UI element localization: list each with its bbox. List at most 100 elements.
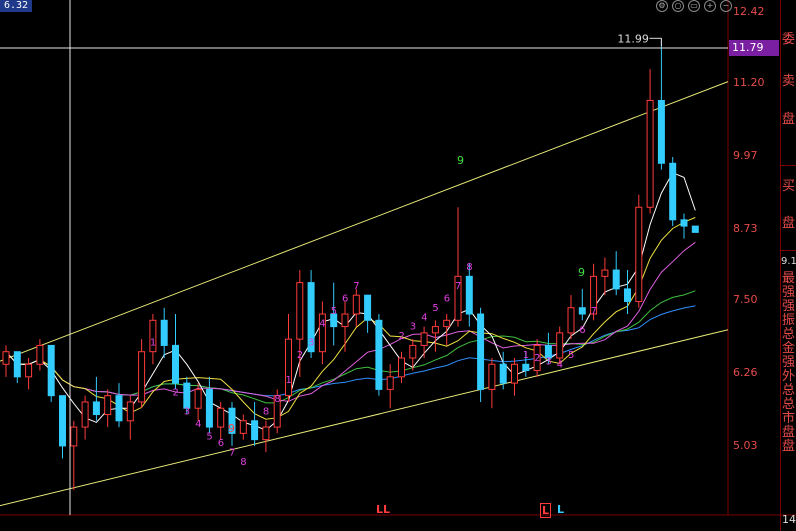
sequence-label: 8 — [263, 407, 269, 418]
sequence-label: 6 — [579, 325, 585, 336]
sequence-label: 7 — [591, 306, 597, 317]
sequence-label: 8 — [240, 457, 246, 468]
candle-body — [465, 275, 473, 315]
candle-body — [657, 99, 665, 164]
candle-body — [285, 338, 292, 397]
sequence-label: 8 — [466, 262, 472, 273]
candle-body — [251, 420, 259, 441]
candle-body — [409, 344, 417, 359]
candle-body — [646, 99, 654, 208]
candle-body — [364, 294, 372, 321]
ma10-line — [5, 217, 696, 420]
side-panel: 委 卖 盘 买 盘 9.1 最强强振总金强外总总市盘盘 — [780, 0, 796, 531]
channel-upper-line — [0, 81, 729, 362]
candle-body — [47, 344, 55, 397]
sequence-label: 2 — [297, 350, 303, 361]
sequence-label: 5 — [432, 303, 438, 314]
bottom-value: 14 — [782, 513, 796, 526]
candle-body — [13, 351, 21, 378]
sequence-label: 2 — [534, 353, 540, 364]
sequence-label: 3 — [545, 356, 551, 367]
candle-body — [59, 395, 66, 447]
sequence-label: 7 — [229, 447, 235, 458]
top-left-price-readout: 6.32 — [0, 0, 33, 12]
refresh-icon[interactable]: ○ — [672, 0, 684, 12]
candle-body — [499, 363, 507, 384]
sequence-label: 1 — [286, 375, 292, 386]
candle-body — [341, 313, 349, 328]
candle-body — [126, 401, 134, 422]
candle-body — [296, 282, 304, 340]
time-marker: L — [557, 503, 565, 516]
candle-body — [612, 269, 620, 290]
axis-tick: 11.20 — [733, 76, 765, 89]
candle-body — [398, 357, 405, 378]
candle-body — [511, 363, 518, 384]
candle-body — [172, 344, 179, 384]
candle-body — [431, 326, 439, 334]
candle-body — [443, 319, 451, 328]
zoom-in-icon[interactable]: + — [704, 0, 716, 12]
candle-body — [183, 382, 191, 409]
candle-body — [81, 401, 89, 428]
high-marker-label: 11.99 — [617, 32, 649, 45]
sequence-label-green: 9 — [457, 154, 464, 167]
current-price-tag: 11.79 — [729, 40, 779, 56]
side-divider — [781, 250, 796, 251]
sequence-label: 4 — [421, 312, 427, 323]
candle-body — [680, 219, 688, 227]
sequence-label: 2 — [399, 331, 405, 342]
sequence-label: 4 — [319, 319, 325, 330]
candle-body — [556, 332, 564, 359]
candlestick-chart[interactable]: 11.991234567823456781 2 3 4567812345678999 — [0, 0, 796, 531]
channel-lower-line — [0, 329, 729, 507]
candle-body — [25, 363, 33, 378]
sequence-label: 3 — [184, 407, 190, 418]
settings-icon[interactable]: ⚙ — [656, 0, 668, 12]
candle-body — [115, 395, 123, 422]
time-marker: LL — [376, 503, 391, 516]
sequence-label-green: 9 — [578, 266, 585, 279]
sequence-label: 1 — [523, 350, 529, 361]
candle-body — [217, 407, 225, 428]
candle-body — [92, 401, 100, 416]
candle-body — [386, 376, 394, 390]
candle-body — [578, 307, 586, 315]
candle-body — [420, 332, 428, 346]
price-axis: 12.42 11.20 9.97 8.73 7.50 6.26 5.03 — [728, 0, 780, 515]
sequence-label: 7 — [353, 281, 359, 292]
sequence-label: 2 — [173, 388, 179, 399]
candle-body — [601, 269, 609, 277]
sequence-label: 5 — [568, 350, 574, 361]
sequence-label: 5 — [206, 432, 212, 443]
candle-body — [477, 313, 485, 390]
sequence-label: 6 — [444, 293, 450, 304]
candle-body — [239, 420, 247, 434]
layout-icon[interactable]: ▭ — [688, 0, 700, 12]
sequence-label-red: 9 — [228, 422, 235, 435]
candle-body — [522, 363, 530, 372]
side-label: 买 — [782, 179, 796, 194]
sequence-label: 5 — [331, 306, 337, 317]
candle-body — [36, 344, 44, 365]
candle-body — [138, 351, 146, 403]
sequence-label: 7 — [455, 281, 461, 292]
candle-body — [567, 307, 575, 334]
candle-body — [352, 294, 360, 315]
sequence-label: 3 — [410, 322, 416, 333]
sequence-label: 6 — [218, 438, 224, 449]
axis-tick: 8.73 — [733, 222, 758, 235]
sequence-label: 4 — [557, 359, 563, 370]
candle-body — [104, 395, 112, 416]
candle-body — [488, 363, 496, 390]
candle-body — [375, 319, 383, 390]
sequence-label: 8 — [274, 394, 280, 405]
candle-body — [635, 206, 643, 302]
axis-tick: 7.50 — [733, 293, 758, 306]
side-vertical-labels: 最强强振总金强外总总市盘盘 — [782, 271, 796, 454]
time-marker: L — [540, 503, 552, 518]
side-label: 盘 — [782, 216, 796, 231]
sequence-label: 3 — [308, 337, 314, 348]
candle-body — [70, 426, 78, 447]
candle-body — [2, 351, 10, 365]
